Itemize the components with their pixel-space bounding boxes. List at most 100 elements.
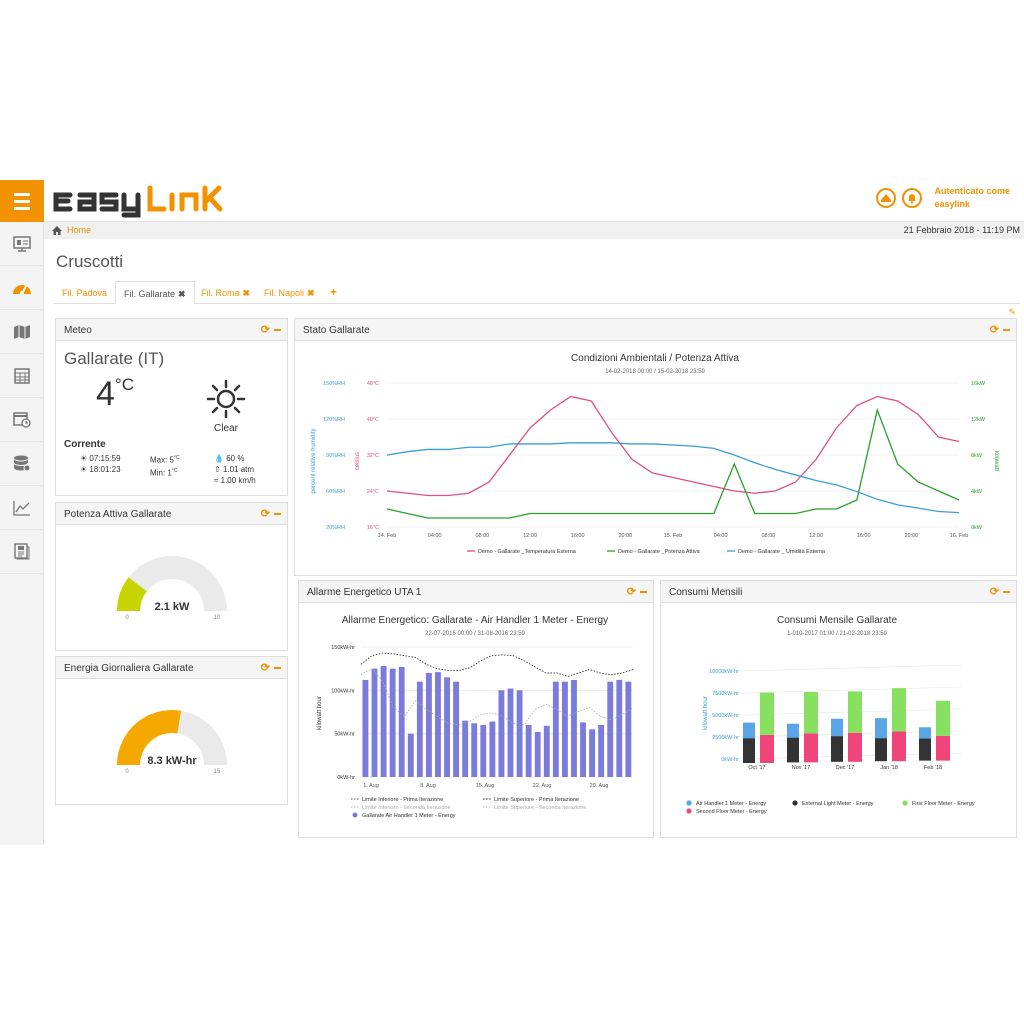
energia-gauge: 8.3 kW-hr 0 15 (117, 710, 227, 775)
refresh-icon[interactable]: ⟳ (990, 586, 1000, 598)
minimize-icon[interactable] (640, 591, 647, 594)
sidebar-item-dashboard[interactable] (0, 266, 44, 310)
meteo-temp-value: 4 (96, 375, 115, 413)
top-bar: Autenticato come easylink (0, 180, 1024, 222)
sunrise-time: 07:15:59 (89, 454, 121, 463)
calendar-clock-icon (13, 412, 31, 428)
legend-label: Demo - Gallarate _Temperatura Esterna (478, 549, 577, 555)
bar (435, 672, 441, 777)
panel-title: Meteo (64, 325, 92, 336)
refresh-icon[interactable]: ⟳ (990, 324, 1000, 336)
minimize-icon[interactable] (1003, 329, 1010, 332)
bar (389, 668, 396, 777)
bar (498, 690, 505, 777)
meteo-minmax: Max: 5°C Min: 1°C (150, 453, 180, 478)
panel-tools: ⟳ (990, 585, 1010, 598)
refresh-icon[interactable]: ⟳ (627, 586, 637, 598)
potenza-gauge: 2.1 kW 0 10 (117, 556, 227, 621)
tab-napoli[interactable]: Fil. Napoli ✖ (256, 281, 323, 304)
sidebar-item-calendar[interactable] (0, 398, 44, 442)
tab-label: Fil. Napoli (264, 288, 305, 298)
tab-roma[interactable]: Fil. Roma ✖ (193, 281, 258, 304)
sidebar (0, 222, 44, 845)
x-tick: 22. Aug (533, 783, 552, 789)
x-tick: 20:00 (618, 533, 632, 539)
x-tick: 12:00 (523, 533, 537, 539)
series-line (386, 395, 960, 497)
close-icon[interactable]: ✖ (243, 288, 251, 298)
minimize-icon[interactable] (274, 329, 281, 332)
user-area: Autenticato come easylink (876, 185, 1010, 211)
dashboard-tabs: Fil. Padova Fil. Gallarate ✖ Fil. Roma ✖ F… (54, 281, 1020, 304)
bar (416, 681, 423, 777)
y-tick: 150kW-hr (331, 645, 355, 651)
sunset-time: 18:01:23 (89, 465, 121, 474)
y-tick-humidity: 150%RH (323, 381, 345, 387)
x-tick: 16. Feb (950, 533, 969, 539)
refresh-icon[interactable]: ⟳ (261, 662, 271, 674)
meteo-max: Max: 5 (150, 455, 175, 465)
legend-label: Limite Inferiore - Prima Iterazione (362, 797, 443, 803)
page-title: Cruscotti (56, 252, 124, 271)
x-tick: 12:00 (809, 533, 823, 539)
minimize-icon[interactable] (274, 667, 281, 670)
meteo-pressure: 1.01 atm (222, 465, 255, 474)
y-tick: 0kW-hr (337, 775, 355, 781)
panel-header: Meteo ⟳ (56, 319, 287, 341)
sidebar-item-database[interactable] (0, 442, 44, 486)
app-window: Autenticato come easylink Home 21 Febbra… (0, 180, 1024, 845)
add-tab-button[interactable]: + (322, 281, 345, 304)
y-tick-temp: 32°C (367, 453, 379, 459)
grid-line (740, 664, 962, 672)
sidebar-item-report[interactable] (0, 530, 44, 574)
tab-gallarate[interactable]: Fil. Gallarate ✖ (115, 281, 195, 304)
sidebar-item-map[interactable] (0, 310, 44, 354)
gauge-value: 2.1 kW (155, 601, 190, 613)
legend-label: Limite Superiore - Seconda Iterazione (494, 805, 586, 811)
x-tick: 04:00 (428, 533, 442, 539)
hamburger-icon[interactable] (0, 180, 44, 222)
panel-tools: ⟳ (261, 323, 281, 336)
sidebar-item-chart[interactable] (0, 486, 44, 530)
y-tick-humidity: 90%RH (326, 453, 345, 459)
sidebar-item-table[interactable] (0, 354, 44, 398)
y-tick-humidity: 60%RH (326, 489, 345, 495)
x-tick: 15. Feb (664, 533, 683, 539)
refresh-icon[interactable]: ⟳ (261, 508, 271, 520)
meteo-temp-unit: °C (114, 375, 134, 394)
tab-padova[interactable]: Fil. Padova (54, 281, 115, 304)
panel-tools: ⟳ (990, 323, 1010, 336)
sidebar-item-presentation[interactable] (0, 222, 44, 266)
stacked-bar-segment (848, 732, 862, 762)
breadcrumb-home[interactable]: Home (52, 225, 91, 235)
meteo-deg: °C (174, 455, 180, 461)
bar (607, 681, 614, 777)
y-axis-label: kilowatt hour (317, 696, 323, 730)
close-icon[interactable]: ✖ (307, 288, 315, 298)
y-tick: 2500kW-hr (712, 735, 739, 741)
stacked-bar-segment (804, 733, 818, 763)
minimize-icon[interactable] (274, 513, 281, 516)
user-label-line2: easylink (934, 199, 971, 209)
x-tick: Oct '17 (748, 765, 765, 771)
minimize-icon[interactable] (1003, 591, 1010, 594)
x-tick: Jan '18 (880, 765, 898, 771)
meteo-min: Min: 1 (150, 468, 172, 478)
y-tick-power: 4kW (971, 489, 983, 495)
series-line (386, 407, 960, 519)
tab-label: Fil. Padova (62, 288, 108, 298)
refresh-icon[interactable]: ⟳ (261, 324, 271, 336)
bar (589, 729, 596, 777)
close-icon[interactable]: ✖ (178, 289, 186, 299)
home-icon[interactable] (876, 188, 897, 208)
legend-label: Air Handler 1 Meter - Energy (696, 801, 766, 807)
stacked-bar-segment (892, 688, 906, 732)
map-icon (14, 324, 30, 339)
bar (534, 731, 541, 777)
panel-title: Potenza Attiva Gallarate (64, 509, 172, 520)
user-label[interactable]: Autenticato come easylink (934, 185, 1010, 211)
bar (571, 679, 577, 777)
bell-icon[interactable] (902, 188, 923, 208)
edit-icon[interactable]: ✎ (1008, 307, 1016, 318)
panel-header: Energia Giornaliera Gallarate ⟳ (56, 657, 287, 679)
